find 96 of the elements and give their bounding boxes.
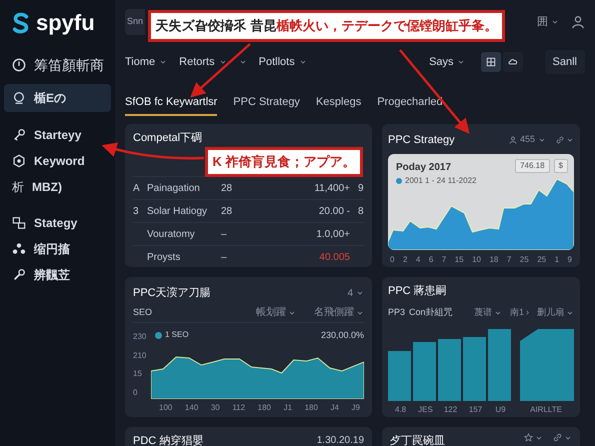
axis-label: 0 — [133, 386, 138, 399]
nav-menu[interactable]: Tiome — [125, 54, 168, 70]
sidebar-item[interactable]: Starteyy — [4, 122, 111, 148]
axis-label: 9 — [568, 254, 572, 266]
card-title: 歺丁罠碗皿 — [390, 434, 446, 446]
callout-text: 天失ズ旮佼搚乑 昔昆 — [156, 17, 276, 36]
row-label: PP3 — [388, 306, 406, 320]
tab[interactable]: PPC Strategy — [233, 94, 300, 116]
search-field[interactable]: Snn — [125, 9, 145, 35]
tab[interactable]: Kesplegs — [316, 94, 362, 116]
chart-button[interactable]: 746.18 — [515, 159, 550, 173]
sidebar-item[interactable]: 缩円搐 — [4, 236, 111, 262]
table-cell-text: Proysts — [147, 250, 182, 264]
legend-label: 1 SEO — [165, 329, 189, 341]
nav-menu[interactable]: Potllots — [258, 54, 307, 70]
card-title: PPC Strategy — [388, 132, 456, 148]
sidebar-item[interactable]: Keyword — [4, 148, 111, 174]
logo-text: spyfu — [36, 12, 95, 34]
card-title: PPC 蔣患嗣 — [388, 284, 448, 299]
table-cell-text: A — [133, 182, 141, 196]
tab[interactable]: Progecharled — [377, 94, 443, 116]
axis-label: 180 — [304, 402, 318, 414]
axis-label: U9 — [494, 404, 507, 416]
sidebar-item[interactable]: 筹笛顏斬商 — [4, 52, 111, 78]
filter-menu[interactable]: 蔑谱 — [474, 306, 502, 320]
count-menu[interactable]: 4 — [347, 286, 364, 300]
table-cell-text: 8 — [357, 204, 364, 218]
nav-menu[interactable]: Retorts — [179, 54, 227, 70]
sidebar-item[interactable]: 辨飌苙 — [4, 262, 111, 288]
axis-label: 7 — [506, 254, 512, 266]
axis-label: 140 — [184, 402, 198, 414]
filter-menu[interactable]: 名飛側躍 — [314, 305, 364, 320]
chart-reading: 230,00.0% — [320, 329, 364, 342]
axis-label: J1 — [284, 402, 292, 414]
axis-label: 210 — [133, 350, 148, 362]
table-cell-text: 40.005 — [318, 250, 350, 264]
axis-label: 7 — [442, 254, 446, 266]
table-cell-text: 11,400+ — [313, 182, 350, 196]
axis-label: 15 — [454, 254, 464, 266]
axis-label: 6 — [428, 254, 434, 266]
card-title: PDC 納穿猖嬰 — [133, 434, 204, 446]
axis-label: JES — [417, 404, 434, 416]
sidebar-item[interactable]: Stategy — [4, 210, 111, 236]
table-cell-text: 3 — [133, 204, 140, 218]
axis-label: J4 — [330, 402, 339, 414]
table-cell-text: 28 — [221, 182, 234, 196]
axis-label: 180 — [258, 402, 271, 414]
filter-menu[interactable]: 删儿扇 — [537, 306, 574, 320]
axis-label: 230 — [133, 331, 148, 343]
row-label: Con卦組咒 — [409, 306, 453, 320]
filter-menu[interactable]: 455 — [508, 133, 546, 147]
axis-label: 112 — [232, 402, 246, 414]
legend-label: 2001 1 - 24 11-2022 — [405, 175, 476, 187]
grid-menu[interactable]: 囲 — [533, 14, 563, 30]
axis-label: AIRLLTE — [530, 404, 562, 416]
chevron-icon: › — [526, 306, 529, 320]
table-cell-text: – — [221, 250, 228, 264]
sidebar-item[interactable]: 楯Eの — [4, 84, 111, 112]
table-cell-text: Painagation — [147, 182, 201, 196]
callout-text: 楯帙火い，テデークで僫镗朗缸乎夆。 — [276, 17, 498, 36]
axis-label: 25 — [520, 254, 529, 266]
table-cell-text: 20.00 - — [318, 204, 350, 218]
row-label: SEO — [133, 306, 154, 319]
axis-label: J9 — [352, 402, 360, 414]
tab[interactable]: SfOB fc Keywartlsr — [125, 94, 218, 116]
chart-title: Poday 2017 — [396, 161, 452, 175]
glyph-icon: 析 — [12, 178, 24, 196]
axis-label: 100 — [159, 402, 172, 414]
period-menu[interactable]: Says — [429, 54, 465, 70]
table-cell-text: 28 — [221, 204, 234, 218]
save-button[interactable]: Sanll — [544, 50, 585, 74]
axis-label: 30 — [210, 402, 220, 414]
axis-label: 157 — [468, 404, 484, 416]
axis-label: 25 — [537, 254, 546, 266]
axis-label: 1 — [554, 254, 560, 266]
axis-label: 122 — [442, 404, 458, 416]
next-menu[interactable]: 南1 › — [510, 306, 529, 320]
table-cell-text: 9 — [357, 182, 364, 196]
callout-text: K 祚倚肓見食；アプア。 — [212, 153, 356, 172]
table-cell-text: – — [221, 228, 228, 242]
table-cell-text: Solar Hatiogy — [147, 204, 208, 218]
axis-label: 15 — [133, 368, 143, 380]
card-title: PPC天㴱ア刀腸 — [133, 286, 212, 301]
axis-label: 2 — [402, 254, 408, 266]
axis-label: 0 — [390, 254, 394, 266]
filter-menu[interactable]: 帳划躍 — [256, 305, 296, 320]
card-title: Competal下碉 — [133, 131, 204, 146]
sidebar-item[interactable]: 析 MBZ) — [4, 174, 111, 200]
card-value: 1.30.20.19 — [316, 434, 364, 446]
axis-label: 18 — [489, 254, 498, 266]
axis-label: 4.8 — [394, 404, 408, 416]
table-cell-text: Vouratomy — [147, 228, 196, 242]
axis-label: 4 — [416, 254, 420, 266]
chart-button[interactable]: $ — [554, 159, 568, 173]
axis-label: 10 — [472, 254, 481, 266]
table-cell-text: 1.0,00+ — [315, 228, 350, 242]
